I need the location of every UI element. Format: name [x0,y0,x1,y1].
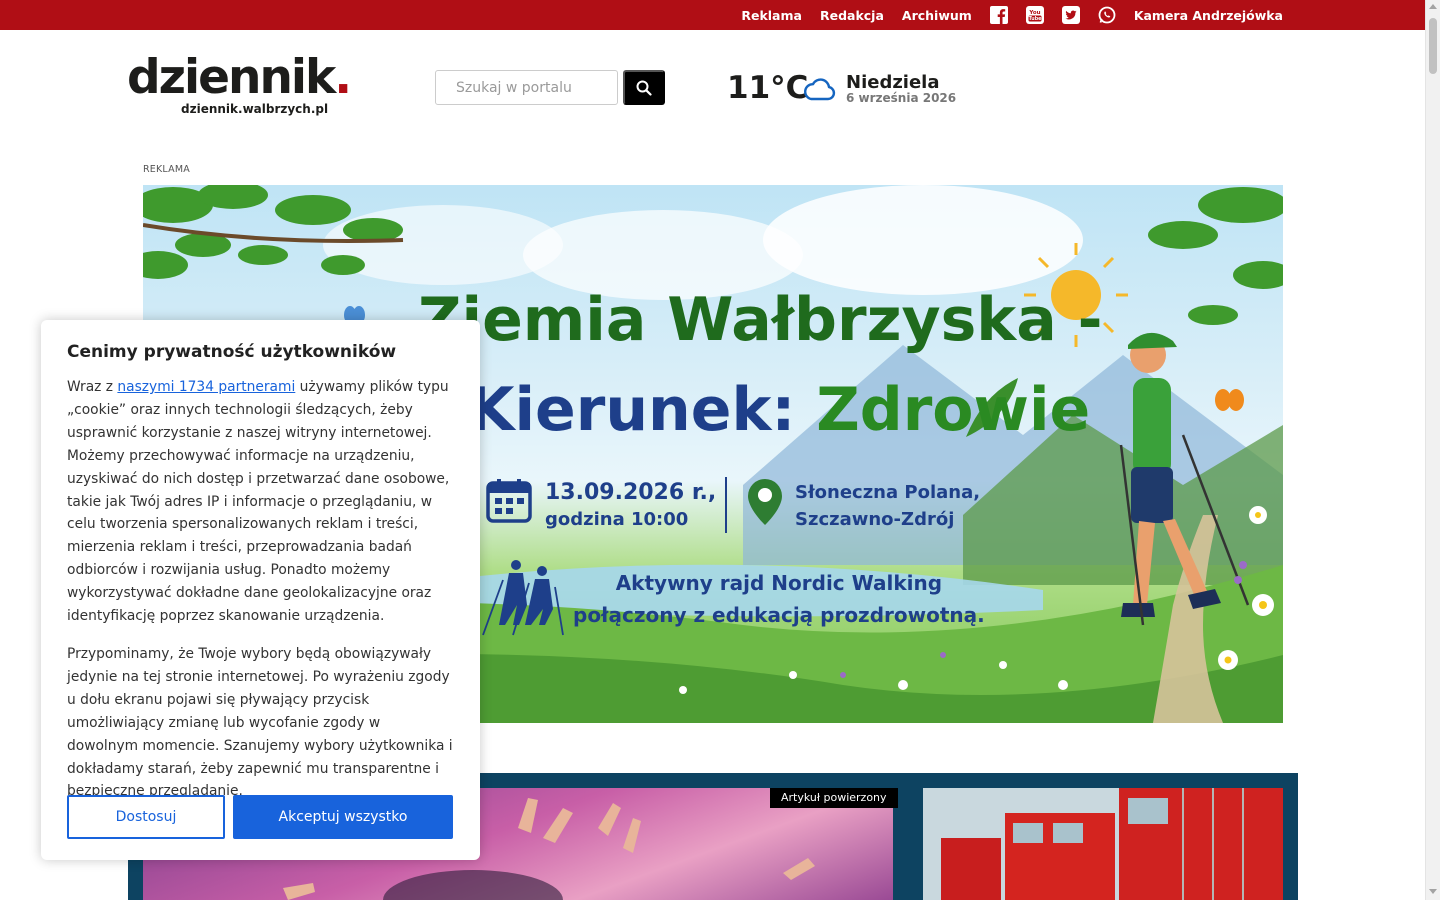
cookie-consent-dialog: Cenimy prywatność użytkowników Wraz z na… [41,320,480,860]
youtube-icon[interactable]: You Tube [1025,6,1044,24]
top-bar: Reklama Redakcja Archiwum You Tube Kamera… [0,0,1425,30]
nav-link-reklama[interactable]: Reklama [741,8,802,23]
whatsapp-icon[interactable] [1098,6,1116,24]
scroll-down-arrow-icon[interactable] [1429,889,1437,894]
weather-date: 6 września 2026 [846,91,957,105]
page-scrollbar[interactable] [1425,0,1440,900]
banner-title-line2: Kierunek: Zdrowie [468,375,1091,445]
banner-title-line1: Ziemia Wałbrzyska - [418,285,1103,355]
banner-divider [725,477,727,533]
side-article-image[interactable] [923,788,1283,900]
logo-domain: dziennik.walbrzych.pl [181,102,329,116]
sponsored-tag: Artykuł powierzony [770,788,898,808]
cookie-title: Cenimy prywatność użytkowników [67,342,397,362]
search-input[interactable] [435,70,618,105]
search-button[interactable] [623,70,665,105]
ad-label: REKLAMA [143,164,190,175]
svg-text:You: You [1028,10,1040,16]
accept-all-button[interactable]: Akceptuj wszystko [233,795,453,839]
banner-place: Słoneczna Polana, Szczawno-Zdrój [795,482,981,530]
cloud-icon [804,78,836,101]
banner-description: Aktywny rajd Nordic Walking połączony z e… [573,571,985,627]
scrollbar-thumb[interactable] [1429,18,1437,74]
nav-link-redakcja[interactable]: Redakcja [820,8,884,23]
nav-link-kamera[interactable]: Kamera Andrzejówka [1134,8,1283,23]
search-icon [636,80,652,96]
customize-button[interactable]: Dostosuj [67,795,225,839]
scroll-up-arrow-icon[interactable] [1429,4,1437,9]
logo-wordmark: dziennik. [127,50,352,105]
cookie-text-reminder: Przypominamy, że Twoje wybory będą obowi… [67,645,453,800]
partners-link[interactable]: naszymi 1734 partnerami [117,379,295,395]
top-nav: Reklama Redakcja Archiwum You Tube Kamera… [741,0,1283,30]
weather-day: Niedziela [846,72,940,93]
cookie-text-main: Wraz z naszymi 1734 partnerami używamy p… [67,379,450,625]
facebook-icon[interactable] [989,6,1008,24]
twitter-icon[interactable] [1061,6,1080,24]
nav-link-archiwum[interactable]: Archiwum [902,8,972,23]
site-logo[interactable]: dziennik. dziennik.walbrzych.pl [127,50,352,122]
svg-text:Tube: Tube [1028,16,1042,22]
cookie-buttons: Dostosuj Akceptuj wszystko [67,795,453,839]
banner-date: 13.09.2026 r., godzina 10:00 [545,480,717,530]
weather-temperature: 11°C [727,70,809,106]
